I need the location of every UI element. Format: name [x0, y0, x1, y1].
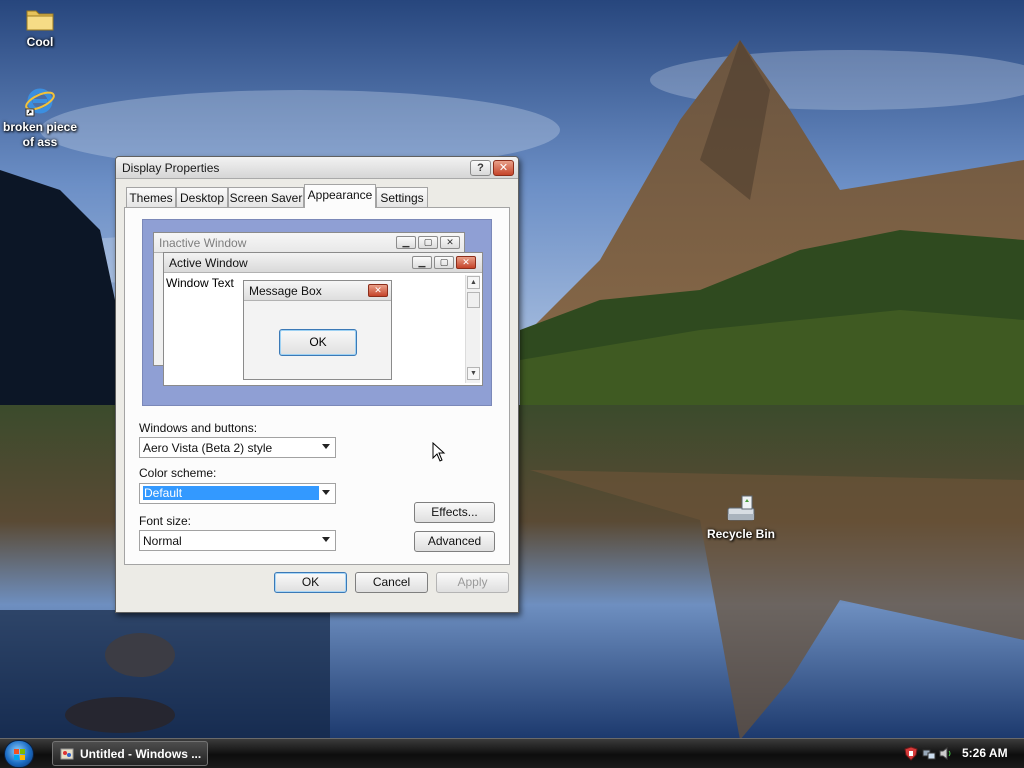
- tab-settings[interactable]: Settings: [376, 187, 428, 207]
- clock[interactable]: 5:26 AM: [962, 746, 1008, 760]
- preview-active-window: Active Window ▁ ▢ ✕ Window Text ▲ ▼ Mess…: [163, 252, 483, 386]
- paint-icon: [60, 748, 74, 760]
- appearance-preview: Inactive Window ▁ ▢ ✕ Active Window ▁ ▢ …: [142, 219, 492, 406]
- color-scheme-select[interactable]: Default: [139, 483, 336, 504]
- apply-button[interactable]: Apply: [436, 572, 509, 593]
- desktop-icon-recycle-bin[interactable]: Recycle Bin: [698, 494, 784, 541]
- display-properties-dialog: Display Properties ? ✕ Themes Desktop Sc…: [115, 156, 519, 613]
- advanced-button[interactable]: Advanced: [414, 531, 495, 552]
- tab-appearance[interactable]: Appearance: [304, 184, 376, 208]
- tab-themes[interactable]: Themes: [126, 187, 176, 207]
- color-scheme-label: Color scheme:: [139, 466, 217, 480]
- desktop-icon-label: Recycle Bin: [706, 527, 776, 541]
- minimize-icon: ▁: [396, 236, 416, 249]
- close-icon: ✕: [456, 256, 476, 269]
- dialog-title: Display Properties: [122, 161, 220, 175]
- scroll-up-icon: ▲: [467, 276, 480, 289]
- effects-button[interactable]: Effects...: [414, 502, 495, 523]
- recycle-bin-icon: [727, 495, 755, 521]
- internet-explorer-icon: [25, 88, 55, 117]
- chevron-down-icon: [322, 444, 330, 449]
- preview-window-text: Window Text: [166, 276, 234, 290]
- windows-orb-icon: [14, 749, 25, 760]
- maximize-icon: ▢: [418, 236, 438, 249]
- speaker-icon[interactable]: [939, 746, 953, 761]
- tab-screen-saver[interactable]: Screen Saver: [228, 187, 304, 207]
- preview-message-box: Message Box ✕ OK: [243, 280, 392, 380]
- maximize-icon: ▢: [434, 256, 454, 269]
- taskbar-item-untitled[interactable]: Untitled - Windows ...: [52, 741, 208, 766]
- color-scheme-value: Default: [143, 486, 319, 500]
- mouse-cursor-icon: [432, 442, 446, 462]
- appearance-tab-panel: Inactive Window ▁ ▢ ✕ Active Window ▁ ▢ …: [124, 207, 510, 565]
- dialog-titlebar[interactable]: Display Properties ? ✕: [116, 157, 518, 179]
- font-size-select[interactable]: Normal: [139, 530, 336, 551]
- close-button[interactable]: ✕: [493, 160, 514, 176]
- chevron-down-icon: [322, 537, 330, 542]
- desktop-icon-browser-shortcut[interactable]: broken piece of ass: [0, 85, 83, 150]
- close-icon: ✕: [368, 284, 388, 297]
- start-button[interactable]: [4, 740, 34, 768]
- windows-buttons-label: Windows and buttons:: [139, 421, 258, 435]
- network-icon[interactable]: [922, 746, 936, 761]
- preview-scrollbar: ▲ ▼: [465, 275, 480, 383]
- security-shield-icon[interactable]: [904, 746, 918, 761]
- preview-ok-button: OK: [279, 329, 357, 356]
- minimize-icon: ▁: [412, 256, 432, 269]
- desktop-icon-cool[interactable]: Cool: [0, 6, 83, 49]
- tab-desktop[interactable]: Desktop: [176, 187, 228, 207]
- chevron-down-icon: [322, 490, 330, 495]
- cancel-button[interactable]: Cancel: [355, 572, 428, 593]
- taskbar-item-label: Untitled - Windows ...: [80, 747, 202, 761]
- close-icon: ✕: [440, 236, 460, 249]
- ok-button[interactable]: OK: [274, 572, 347, 593]
- desktop-icon-label: Cool: [26, 35, 54, 49]
- windows-buttons-select[interactable]: Aero Vista (Beta 2) style: [139, 437, 336, 458]
- taskbar: Untitled - Windows ... 5:26 AM: [0, 738, 1024, 768]
- system-tray: 5:26 AM: [898, 739, 1024, 768]
- scroll-down-icon: ▼: [467, 367, 480, 380]
- desktop-icon-label: broken piece of ass: [2, 120, 78, 149]
- windows-buttons-value: Aero Vista (Beta 2) style: [143, 441, 273, 455]
- help-button[interactable]: ?: [470, 160, 491, 176]
- scroll-thumb: [467, 292, 480, 308]
- folder-icon: [26, 10, 54, 31]
- font-size-value: Normal: [143, 534, 182, 548]
- font-size-label: Font size:: [139, 514, 192, 528]
